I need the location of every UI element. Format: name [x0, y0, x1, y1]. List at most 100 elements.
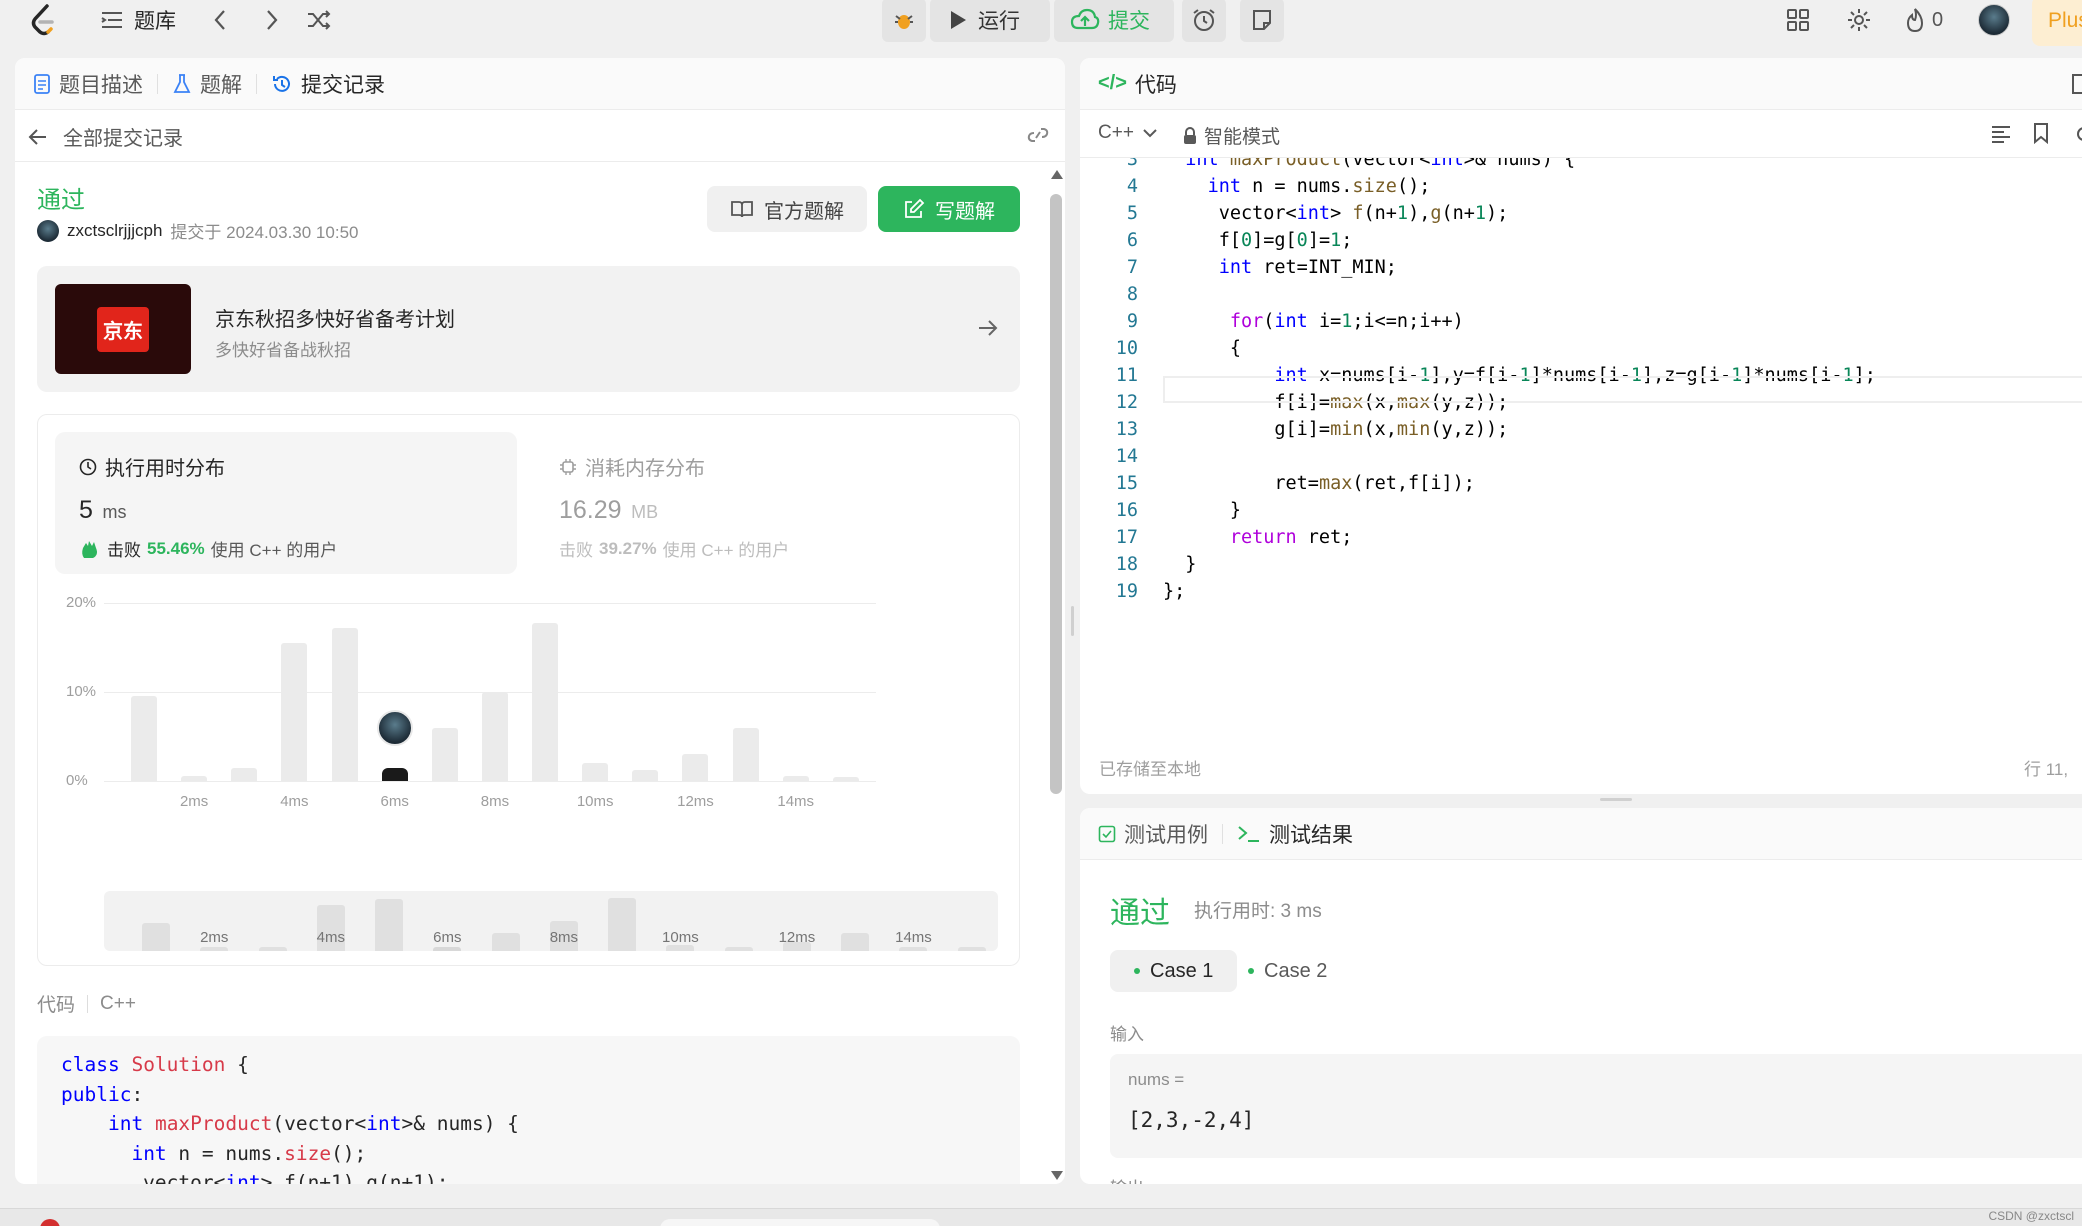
format-icon[interactable] — [1990, 124, 2012, 144]
scrollbar-thumb[interactable] — [1050, 194, 1062, 794]
result-runtime: 执行用时: 3 ms — [1194, 901, 1322, 922]
tab-divider — [157, 73, 158, 94]
divider — [87, 994, 89, 1013]
tab-testcases[interactable]: 测试用例 — [1098, 819, 1208, 849]
chart-bar[interactable] — [532, 622, 559, 781]
left-tabbar: 题目描述 题解 提交记录 — [15, 58, 1065, 110]
code-line[interactable]: 19}; — [1080, 578, 2082, 605]
flask-icon — [173, 73, 191, 93]
code-line[interactable]: 10 { — [1080, 335, 2082, 362]
code-line[interactable]: 3 int maxProduct(vector<int>& nums) { — [1080, 158, 2082, 173]
code-line[interactable]: 14 — [1080, 443, 2082, 470]
submitter-name[interactable]: zxctsclrjjjcph — [67, 221, 162, 241]
bookmark-icon[interactable] — [2032, 122, 2050, 144]
code-line[interactable]: 9 for(int i=1;i<=n;i++) — [1080, 308, 2082, 335]
runtime-beat-pct: 55.46% — [147, 538, 205, 558]
tab-code[interactable]: </> 代码 — [1098, 69, 1177, 99]
runtime-stat[interactable]: 执行用时分布 5 ms 击败 55.46% 使用 C++ 的用户 — [55, 432, 517, 574]
code-lang: C++ — [100, 992, 136, 1014]
chart-bar[interactable] — [682, 754, 709, 781]
scroll-down-arrow[interactable] — [1051, 1171, 1063, 1180]
debug-button[interactable] — [882, 0, 926, 42]
chart-bar[interactable] — [832, 776, 859, 781]
run-button[interactable]: 运行 — [930, 0, 1050, 42]
memory-unit: MB — [631, 502, 659, 522]
minimap-bar — [608, 897, 637, 951]
code-line[interactable]: 18 } — [1080, 551, 2082, 578]
prev-problem-button[interactable] — [210, 0, 230, 40]
code-area[interactable]: 3 int maxProduct(vector<int>& nums) {4 i… — [1080, 158, 2082, 718]
share-link-button[interactable] — [1025, 124, 1051, 152]
tab-submissions[interactable]: 提交记录 — [271, 69, 385, 99]
avatar[interactable] — [1978, 0, 2010, 40]
back-button[interactable]: 全部提交记录 — [27, 122, 183, 151]
tab-solutions[interactable]: 题解 — [172, 69, 242, 99]
official-solution-button[interactable]: 官方题解 — [707, 186, 867, 232]
case-2-tab[interactable]: Case 2 — [1224, 950, 1351, 992]
minimap-bar — [957, 947, 986, 951]
resize-handle-vertical[interactable] — [1071, 606, 1074, 636]
bug-icon — [895, 15, 913, 29]
problem-bank-button[interactable]: 题库 — [100, 0, 176, 40]
chart-bar[interactable] — [632, 770, 659, 781]
tab-description[interactable]: 题目描述 — [33, 69, 143, 99]
checkbox-icon — [1098, 825, 1116, 842]
submitted-time: 提交于 2024.03.30 10:50 — [170, 223, 359, 242]
scroll-up-arrow[interactable] — [1051, 170, 1063, 179]
runtime-distribution-chart[interactable]: 0% 10% 20% 2ms 4ms 6ms 8ms 10ms 12ms 14ms — [38, 585, 1021, 905]
chart-bar[interactable] — [131, 696, 157, 781]
code-line[interactable]: 16 } — [1080, 497, 2082, 524]
chart-bar[interactable] — [281, 643, 308, 781]
code-line[interactable]: 5 vector<int> f(n+1),g(n+1); — [1080, 200, 2082, 227]
chart-bar[interactable] — [431, 727, 458, 781]
next-problem-button[interactable] — [262, 0, 282, 40]
code-line[interactable]: 6 f[0]=g[0]=1; — [1080, 227, 2082, 254]
link-icon — [1027, 128, 1049, 142]
streak-counter[interactable]: 0 — [1904, 0, 1943, 40]
taskbar-search[interactable] — [660, 1219, 940, 1226]
case-1-tab[interactable]: Case 1 — [1110, 950, 1238, 992]
reset-icon[interactable] — [2076, 124, 2082, 144]
timer-button[interactable] — [1182, 0, 1226, 42]
settings-button[interactable] — [1846, 0, 1872, 40]
submit-button[interactable]: 提交 — [1054, 0, 1174, 42]
random-problem-button[interactable] — [306, 0, 332, 40]
chart-bar[interactable] — [331, 627, 358, 781]
code-line[interactable]: 13 g[i]=min(x,min(y,z)); — [1080, 416, 2082, 443]
write-solution-button[interactable]: 写题解 — [878, 186, 1020, 232]
resize-handle-horizontal[interactable] — [1600, 798, 1632, 801]
leetcode-logo[interactable] — [30, 0, 58, 40]
test-tabbar: 测试用例 测试结果 — [1080, 808, 2082, 860]
submitter-avatar[interactable] — [37, 219, 59, 242]
minimap-bar — [258, 946, 287, 951]
chart-bar[interactable] — [181, 775, 208, 781]
code-preview[interactable]: class Solution {public: int maxProduct(v… — [37, 1036, 1020, 1184]
tab-result[interactable]: 测试结果 — [1237, 819, 1353, 849]
runtime-unit: ms — [102, 502, 127, 522]
language-select[interactable]: C++ — [1098, 122, 1158, 144]
chart-range-selector[interactable]: 2ms 4ms 6ms 8ms 10ms 12ms 14ms — [104, 891, 998, 951]
smart-mode-toggle[interactable]: 智能模式 — [1182, 122, 1280, 149]
chart-bar[interactable] — [782, 775, 809, 781]
minimap-bar — [142, 922, 170, 951]
fullscreen-icon[interactable] — [2072, 74, 2082, 94]
chart-bar[interactable] — [732, 727, 759, 781]
line-number: 18 — [1115, 554, 1138, 575]
notes-button[interactable] — [1240, 0, 1284, 42]
promo-banner[interactable]: 京东 京东秋招多快好省备考计划 多快好省备战秋招 — [37, 266, 1020, 392]
layout-button[interactable] — [1786, 0, 1810, 40]
code-line[interactable]: 8 — [1080, 281, 2082, 308]
code-line[interactable]: 15 ret=max(ret,f[i]); — [1080, 470, 2082, 497]
code-line[interactable]: 17 return ret; — [1080, 524, 2082, 551]
scrollbar[interactable] — [1049, 170, 1063, 1180]
chart-bar[interactable] — [381, 767, 408, 781]
run-label: 运行 — [978, 10, 1020, 33]
code-line[interactable]: 7 int ret=INT_MIN; — [1080, 254, 2082, 281]
plus-button[interactable]: Plus — [2032, 0, 2082, 46]
terminal-icon — [1238, 825, 1259, 842]
chart-bar[interactable] — [582, 763, 609, 781]
chart-bar[interactable] — [231, 767, 258, 781]
code-line[interactable]: 4 int n = nums.size(); — [1080, 173, 2082, 200]
chart-bar[interactable] — [481, 692, 508, 781]
memory-stat[interactable]: 消耗内存分布 16.29 MB 击败 39.27% 使用 C++ 的用户 — [535, 432, 997, 574]
